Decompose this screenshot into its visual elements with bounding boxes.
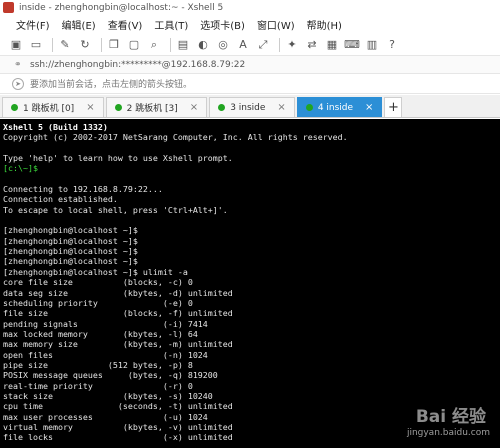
tab-label: 3 inside (230, 102, 266, 113)
terminal-line: [zhenghongbin@localhost ~]$ (3, 246, 138, 257)
menu-bar: 文件(F) 编辑(E) 查看(V) 工具(T) 选项卡(B) 窗口(W) 帮助(… (0, 15, 500, 34)
disconnect-icon[interactable]: ✎ (57, 37, 73, 53)
watermark-url: jingyan.baidu.com (406, 428, 490, 438)
tab-label: 4 inside (317, 102, 354, 113)
new-session-icon[interactable]: ▣ (8, 37, 24, 53)
close-icon[interactable]: × (190, 102, 198, 113)
find-icon[interactable]: ⌕ (146, 37, 162, 53)
close-icon[interactable]: × (277, 102, 285, 113)
fullscreen-icon[interactable]: ⤢ (255, 37, 271, 53)
menu-edit[interactable]: 编辑(E) (56, 17, 102, 32)
tab-3[interactable]: 3 inside × (209, 97, 295, 117)
menu-view[interactable]: 查看(V) (102, 17, 149, 32)
session-tip-bar: ➤ 要添加当前会话，点击左侧的箭头按钮。 (0, 74, 500, 94)
terminal-line: Copyright (c) 2002-2017 NetSarang Comput… (3, 132, 348, 143)
tab-bar: 1 跳板机 [0] × 2 跳板机 [3] × 3 inside × 4 ins… (0, 95, 500, 118)
toolbar-separator (279, 37, 280, 52)
terminal-line: [zhenghongbin@localhost ~]$ (3, 256, 138, 267)
connected-status-icon (218, 104, 226, 111)
terminal-line: stack size (kbytes, -s) 10240 (3, 390, 213, 401)
xftp-icon[interactable]: ✦ (284, 37, 300, 53)
terminal-line: Type 'help' to learn how to use Xshell p… (3, 153, 233, 164)
terminal-line: file size (blocks, -f) unlimited (3, 308, 233, 319)
toolbar: ▣ ▭ ✎ ↻ ❐ ▢ ⌕ ▤ ◐ ◎ A ⤢ ✦ ⇄ ▦ ⌨ ▥ ? (0, 34, 500, 56)
connected-status-icon (305, 104, 313, 111)
terminal-line: data seg size (kbytes, -d) unlimited (3, 287, 233, 298)
tab-4[interactable]: 4 inside × (296, 97, 383, 117)
terminal-line: pipe size (512 bytes, -p) 8 (3, 359, 193, 370)
color-icon[interactable]: ◐ (195, 37, 211, 53)
menu-tabs[interactable]: 选项卡(B) (194, 17, 251, 32)
reconnect-icon[interactable]: ↻ (77, 37, 93, 53)
terminal-line: core file size (blocks, -c) 0 (3, 277, 193, 288)
terminal-line: Connection established. (3, 194, 118, 205)
tab-label: 2 跳板机 [3] (126, 104, 178, 114)
address-bar: ⚭ ssh://zhenghongbin:*********@192.168.8… (0, 56, 500, 74)
menu-help[interactable]: 帮助(H) (301, 17, 348, 32)
terminal-line: Connecting to 192.168.8.79:22... (3, 184, 163, 195)
globe-icon[interactable]: ◎ (215, 37, 231, 53)
layout-icon[interactable]: ▥ (364, 37, 380, 53)
close-icon[interactable]: × (86, 102, 94, 113)
terminal-line: POSIX message queues (bytes, -q) 819200 (3, 370, 218, 381)
toolbar-separator (52, 37, 53, 52)
tab-label: 1 跳板机 [0] (23, 104, 75, 114)
toolbar-separator (170, 37, 171, 52)
menu-window[interactable]: 窗口(W) (251, 17, 301, 32)
terminal-line: scheduling priority (-e) 0 (3, 297, 193, 308)
help-icon[interactable]: ? (384, 37, 400, 53)
terminal-line: real-time priority (-r) 0 (3, 380, 193, 391)
terminal-line: [zhenghongbin@localhost ~]$ (3, 235, 138, 246)
window-title: inside - zhenghongbin@localhost:~ - Xshe… (19, 2, 224, 13)
terminal-line: max memory size (kbytes, -m) unlimited (3, 339, 233, 350)
menu-file[interactable]: 文件(F) (10, 17, 56, 32)
terminal-line: [c:\~]$ (3, 163, 38, 174)
transfer-icon[interactable]: ⇄ (304, 37, 320, 53)
connected-status-icon (11, 104, 18, 111)
connected-status-icon (114, 104, 122, 111)
baidu-jingyan-watermark: Bai 经验 jingyan.baidu.com (394, 402, 494, 442)
open-folder-icon[interactable]: ▭ (28, 37, 44, 53)
arrow-icon[interactable]: ➤ (12, 77, 24, 90)
terminal-line: Xshell 5 (Build 1332) (3, 122, 108, 132)
terminal-line: [zhenghongbin@localhost ~]$ (3, 225, 138, 236)
terminal-line: pending signals (-i) 7414 (3, 318, 208, 329)
title-bar: inside - zhenghongbin@localhost:~ - Xshe… (0, 0, 500, 15)
print-icon[interactable]: ▤ (175, 37, 191, 53)
terminal-line: [zhenghongbin@localhost ~]$ ulimit -a (3, 266, 188, 277)
paste-icon[interactable]: ▢ (126, 37, 142, 53)
address-text[interactable]: ssh://zhenghongbin:*********@192.168.8.7… (30, 60, 245, 70)
watermark-logo: Bai 经验 (415, 407, 486, 427)
tip-text: 要添加当前会话，点击左侧的箭头按钮。 (30, 80, 193, 90)
address-link-icon: ⚭ (14, 59, 22, 70)
toolbar-separator (101, 37, 102, 52)
tab-1[interactable]: 1 跳板机 [0] × (2, 97, 104, 117)
tab-2[interactable]: 2 跳板机 [3] × (105, 97, 208, 117)
font-icon[interactable]: A (235, 37, 251, 53)
keyboard-icon[interactable]: ⌨ (344, 37, 360, 53)
add-tab-button[interactable]: + (384, 97, 403, 117)
terminal-line: max locked memory (kbytes, -l) 64 (3, 328, 198, 339)
menu-tools[interactable]: 工具(T) (148, 17, 194, 32)
terminal-output[interactable]: Xshell 5 (Build 1332) Copyright (c) 2002-… (0, 119, 500, 448)
copy-icon[interactable]: ❐ (106, 37, 122, 53)
close-icon[interactable]: × (365, 102, 373, 113)
terminal-line: To escape to local shell, press 'Ctrl+Al… (3, 204, 228, 215)
xshell-app-icon (3, 2, 14, 13)
terminal-line: open files (-n) 1024 (3, 349, 208, 360)
lock-icon[interactable]: ▦ (324, 37, 340, 53)
